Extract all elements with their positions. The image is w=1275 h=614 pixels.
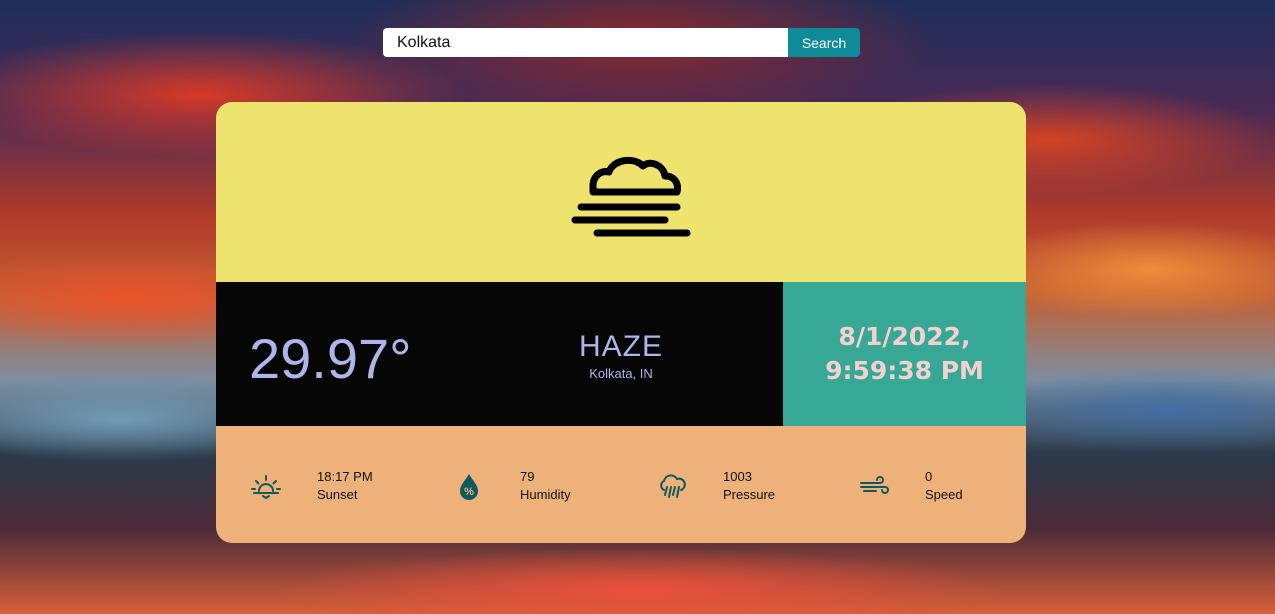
- humidity-icon: %: [460, 474, 478, 500]
- search-bar: Search: [383, 28, 860, 57]
- search-button[interactable]: Search: [788, 28, 860, 57]
- stat-label: Humidity: [520, 487, 571, 502]
- stat-label: Sunset: [317, 487, 358, 502]
- search-input[interactable]: [383, 28, 788, 57]
- stat-label: Pressure: [723, 487, 776, 502]
- wind-icon: [860, 476, 889, 494]
- stat-value: 0: [925, 469, 933, 484]
- stat-value: 79: [520, 469, 535, 484]
- weather-summary-row: 29.97° HAZE Kolkata, IN 8/1/2022, 9:59:3…: [216, 282, 1026, 426]
- temperature: 29.97°: [249, 327, 412, 390]
- datetime: 8/1/2022, 9:59:38 PM: [825, 322, 984, 385]
- stat-value: 1003: [723, 469, 752, 484]
- haze-icon: [571, 156, 691, 237]
- stat-label: Speed: [925, 487, 963, 502]
- weather-card: 29.97° HAZE Kolkata, IN 8/1/2022, 9:59:3…: [216, 102, 1026, 543]
- datetime-panel: 8/1/2022, 9:59:38 PM: [783, 282, 1026, 426]
- stats-panel: 18:17 PM Sunset % 79 Humidity 1003 Press…: [216, 426, 1026, 543]
- location: Kolkata, IN: [589, 366, 653, 381]
- pressure-icon: [660, 474, 686, 498]
- sunset-icon: [251, 475, 281, 500]
- weather-condition: HAZE: [578, 330, 663, 363]
- temperature-panel: 29.97° HAZE Kolkata, IN: [216, 282, 783, 426]
- weather-icon-panel: [216, 102, 1026, 282]
- svg-text:%: %: [464, 486, 474, 498]
- stat-value: 18:17 PM: [317, 469, 373, 484]
- condition-block: HAZE Kolkata, IN: [556, 330, 686, 381]
